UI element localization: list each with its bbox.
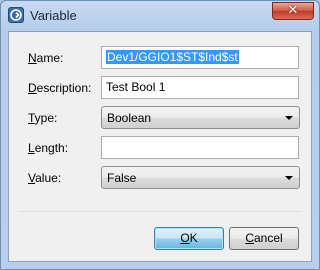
window-title: Variable [30,8,77,23]
separator [20,211,300,212]
type-label: Type: [28,111,58,125]
value-dropdown-value: False [107,171,137,185]
type-dropdown[interactable]: Boolean [101,106,300,129]
ok-button[interactable]: OK [154,227,224,250]
chevron-down-icon [285,116,293,120]
cancel-button[interactable]: Cancel [229,227,299,250]
name-input[interactable]: Dev1/GGIO1$ST$Ind$st [101,46,299,69]
name-input-selected-text: Dev1/GGIO1$ST$Ind$st [106,50,239,64]
close-button[interactable]: ✕ [272,2,314,20]
app-logo-icon [8,7,24,23]
dialog-window: Variable ✕ Name: Dev1/GGIO1$ST$Ind$st De… [0,0,320,270]
close-icon: ✕ [287,3,299,18]
title-bar[interactable]: Variable ✕ [1,1,319,31]
dialog-body: Name: Dev1/GGIO1$ST$Ind$st Description: … [8,31,312,262]
description-input[interactable]: Test Bool 1 [101,76,299,99]
value-label: Value: [28,171,62,185]
chevron-down-icon [285,176,293,180]
description-label: Description: [28,81,92,95]
type-dropdown-value: Boolean [107,111,152,125]
length-label: Length: [28,141,69,155]
length-input[interactable] [101,136,299,159]
value-dropdown[interactable]: False [101,166,300,189]
name-label: Name: [28,51,64,65]
